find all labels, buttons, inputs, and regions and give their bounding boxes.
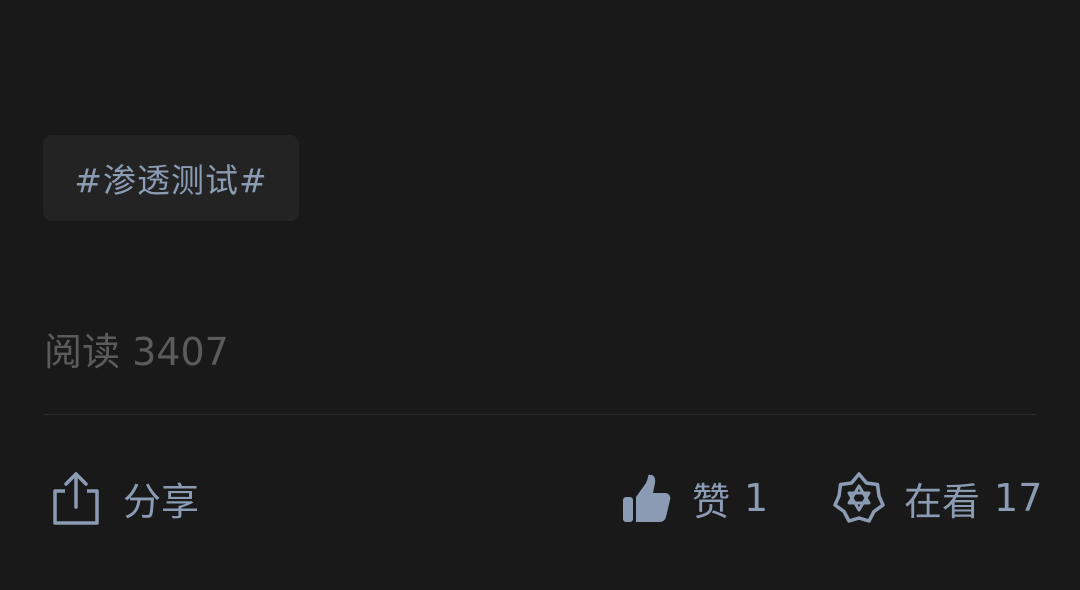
like-count: 1 [744, 476, 769, 520]
like-button[interactable]: 赞 1 [620, 462, 768, 534]
article-footer: { "tag": { "text": "#渗透测试#" }, "read": {… [0, 0, 1080, 590]
watching-label: 在看 [904, 479, 981, 524]
read-count-value: 3407 [132, 330, 229, 374]
star-badge-icon [832, 470, 886, 526]
watching-button[interactable]: 在看 17 [832, 462, 1042, 534]
topic-tag[interactable]: #渗透测试# [43, 135, 299, 221]
read-count: 阅读 3407 [44, 326, 229, 378]
share-icon [48, 469, 102, 527]
share-button[interactable]: 分享 [48, 462, 199, 534]
divider [44, 414, 1036, 415]
share-label: 分享 [123, 479, 200, 524]
read-count-label: 阅读 [44, 330, 121, 374]
topic-tag-label: #渗透测试# [74, 161, 268, 200]
watching-count: 17 [994, 476, 1043, 520]
like-label: 赞 [692, 479, 731, 524]
thumbs-up-icon [620, 472, 672, 524]
